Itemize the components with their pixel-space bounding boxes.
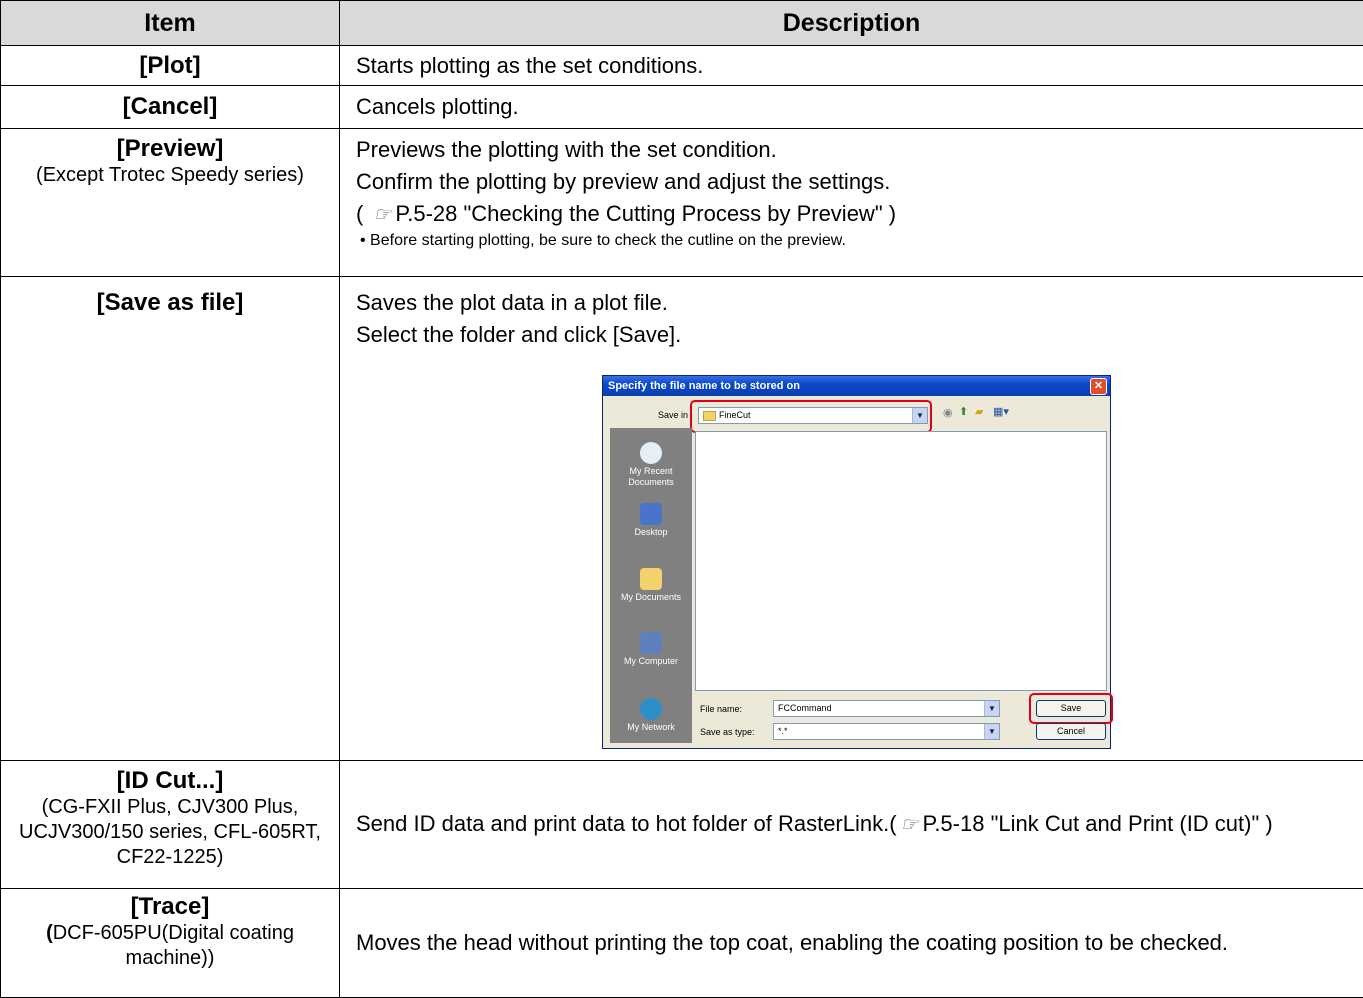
item-preview: [Preview] (Except Trotec Speedy series) bbox=[1, 129, 340, 277]
place-my-documents[interactable]: My Documents bbox=[610, 568, 692, 603]
chevron-down-icon[interactable]: ▼ bbox=[984, 724, 999, 739]
item-save-as-file: [Save as file] bbox=[1, 277, 340, 761]
place-my-computer[interactable]: My Computer bbox=[610, 632, 692, 667]
item-id-cut: [ID Cut...] (CG-FXII Plus, CJV300 Plus, … bbox=[1, 761, 340, 889]
item-note: (Except Trotec Speedy series) bbox=[1, 163, 339, 188]
back-icon[interactable]: ◉ bbox=[943, 406, 953, 419]
note-text: DCF-605PU(Digital coating machine)) bbox=[53, 922, 294, 969]
item-note: (CG-FXII Plus, CJV300 Plus, UCJV300/150 … bbox=[1, 795, 339, 870]
place-label: My Documents bbox=[621, 592, 681, 602]
reference-line: ( ☞P.5-28 "Checking the Cutting Process … bbox=[356, 198, 1363, 231]
save-button-highlight bbox=[1029, 693, 1113, 724]
desc-text: Send ID data and print data to hot folde… bbox=[356, 811, 897, 836]
save-type-dropdown[interactable]: *.* ▼ bbox=[773, 723, 1000, 740]
my-computer-icon bbox=[640, 632, 662, 654]
item-name: [Cancel] bbox=[1, 93, 339, 121]
item-name: [ID Cut...] bbox=[1, 767, 339, 795]
place-label: Desktop bbox=[634, 527, 667, 537]
desc-line: Select the folder and click [Save]. bbox=[356, 319, 1363, 351]
save-type-value: *.* bbox=[778, 726, 788, 736]
save-file-dialog: Specify the file name to be stored on ✕ … bbox=[602, 375, 1111, 749]
save-type-label: Save as type: bbox=[700, 727, 755, 737]
note-bullet: • Before starting plotting, be sure to c… bbox=[356, 231, 1363, 251]
place-my-network[interactable]: My Network bbox=[610, 698, 692, 733]
item-name: [Save as file] bbox=[1, 289, 339, 317]
item-name: [Trace] bbox=[1, 893, 339, 921]
file-name-label: File name: bbox=[700, 704, 742, 714]
desc-line: Cancels plotting. bbox=[356, 91, 1363, 123]
item-note: (DCF-605PU(Digital coating machine)) bbox=[1, 921, 339, 971]
my-network-icon bbox=[640, 698, 662, 720]
item-trace: [Trace] (DCF-605PU(Digital coating machi… bbox=[1, 889, 340, 998]
reference-hand-icon: ☞ bbox=[901, 814, 919, 836]
reference-link[interactable]: P.5-18 "Link Cut and Print (ID cut)" ) bbox=[922, 811, 1272, 836]
my-documents-icon bbox=[640, 568, 662, 590]
save-in-label: Save in bbox=[658, 410, 688, 420]
desc-plot: Starts plotting as the set conditions. bbox=[340, 46, 1363, 86]
item-plot: [Plot] bbox=[1, 46, 340, 86]
desktop-icon bbox=[640, 503, 662, 525]
header-item: Item bbox=[1, 1, 340, 46]
view-menu-icon[interactable]: ▦▾ bbox=[993, 405, 1009, 418]
file-list[interactable] bbox=[695, 431, 1107, 691]
file-name-input[interactable]: FCCommand ▼ bbox=[773, 700, 1000, 717]
new-folder-icon[interactable]: ▰ bbox=[975, 405, 983, 418]
desc-cancel: Cancels plotting. bbox=[340, 86, 1363, 129]
desc-text: Moves the head without printing the top … bbox=[356, 930, 1228, 955]
file-name-value: FCCommand bbox=[778, 703, 832, 713]
desc-preview: Previews the plotting with the set condi… bbox=[340, 129, 1363, 277]
dialog-title: Specify the file name to be stored on bbox=[608, 380, 800, 392]
desc-line: Confirm the plotting by preview and adju… bbox=[356, 166, 1363, 198]
place-recent[interactable]: My Recent Documents bbox=[610, 442, 692, 488]
place-label: My Recent Documents bbox=[628, 466, 674, 487]
item-cancel: [Cancel] bbox=[1, 86, 340, 129]
place-desktop[interactable]: Desktop bbox=[610, 503, 692, 538]
item-name: [Plot] bbox=[1, 52, 339, 80]
desc-id-cut: Send ID data and print data to hot folde… bbox=[340, 761, 1363, 889]
desc-line: Starts plotting as the set conditions. bbox=[356, 50, 1363, 82]
reference-hand-icon: ☞ bbox=[373, 204, 391, 226]
header-description: Description bbox=[340, 1, 1363, 46]
desc-line: Previews the plotting with the set condi… bbox=[356, 134, 1363, 166]
place-label: My Network bbox=[627, 722, 675, 732]
recent-documents-icon bbox=[640, 442, 662, 464]
close-icon[interactable]: ✕ bbox=[1090, 378, 1107, 395]
note-paren: ( bbox=[46, 922, 53, 944]
desc-line: Saves the plot data in a plot file. bbox=[356, 287, 1363, 319]
up-folder-icon[interactable]: ⬆ bbox=[959, 405, 968, 418]
cancel-button[interactable]: Cancel bbox=[1036, 723, 1106, 740]
dialog-titlebar: Specify the file name to be stored on ✕ bbox=[603, 376, 1110, 396]
desc-trace: Moves the head without printing the top … bbox=[340, 889, 1363, 998]
places-bar: My Recent Documents Desktop My Documents… bbox=[610, 428, 692, 743]
save-in-highlight bbox=[690, 400, 932, 433]
chevron-down-icon[interactable]: ▼ bbox=[984, 701, 999, 716]
place-label: My Computer bbox=[624, 656, 678, 666]
item-name: [Preview] bbox=[1, 135, 339, 163]
reference-link[interactable]: P.5-28 "Checking the Cutting Process by … bbox=[395, 201, 896, 226]
